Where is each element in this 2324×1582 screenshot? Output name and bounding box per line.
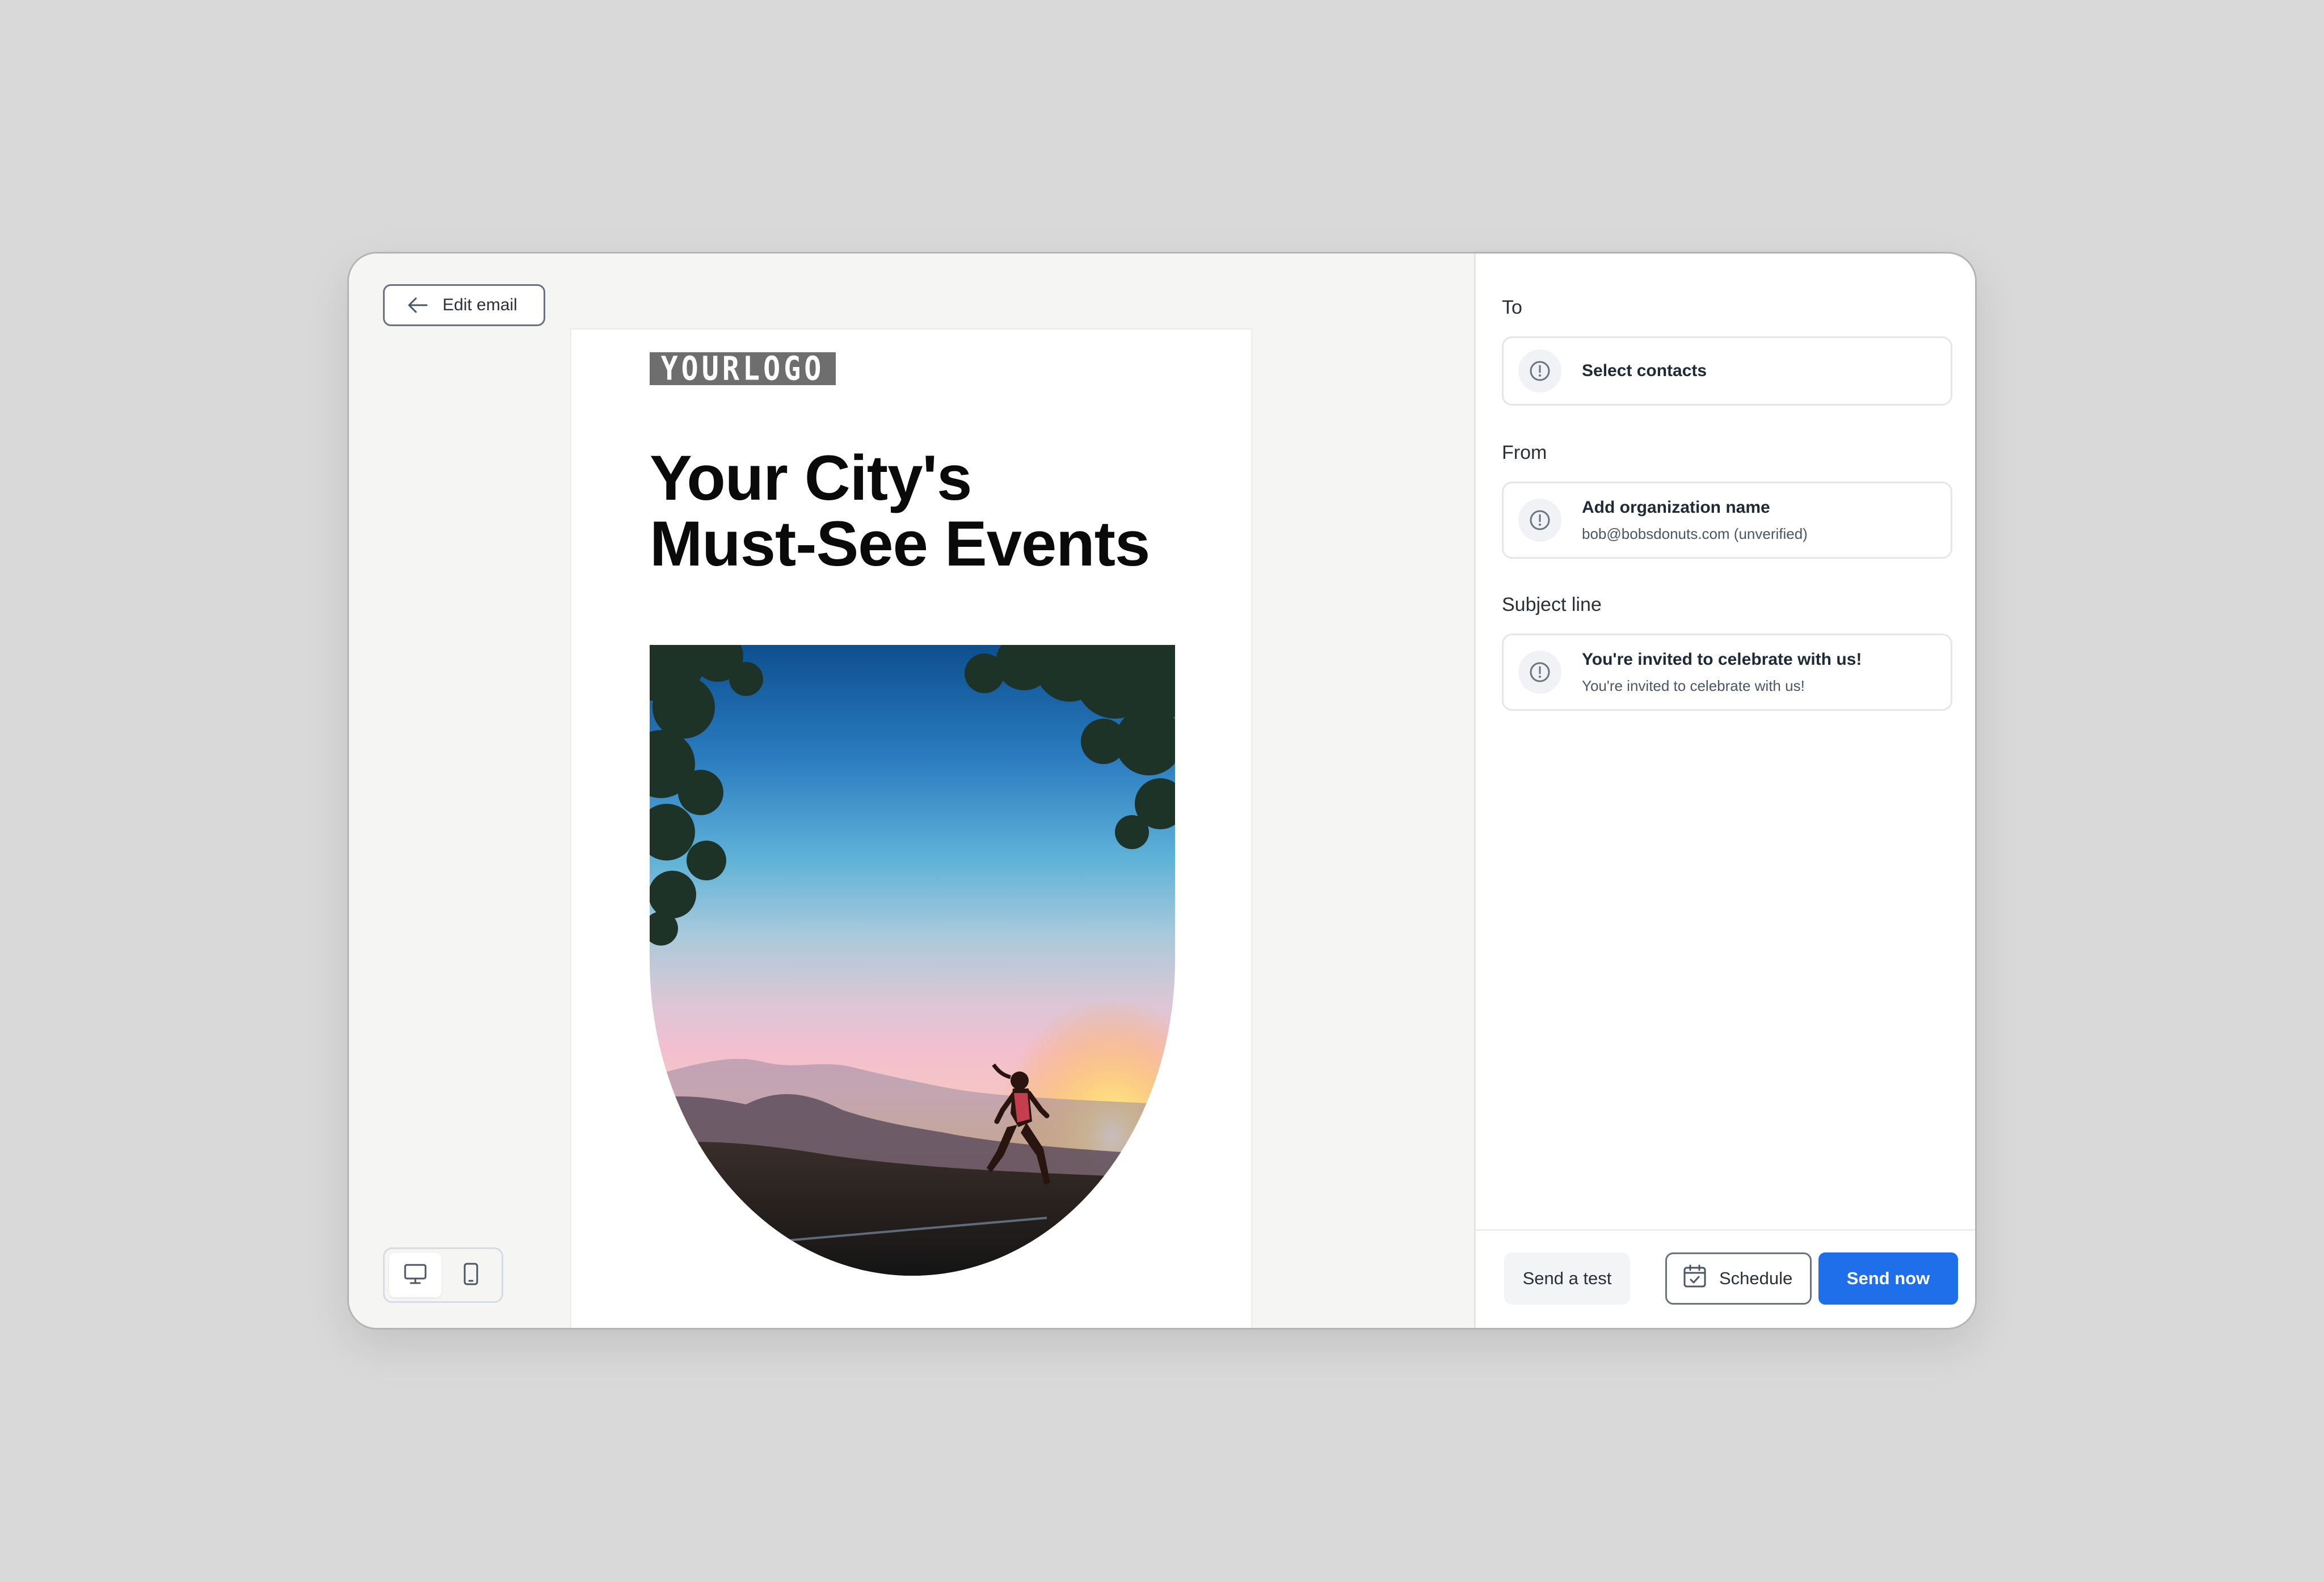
- desktop-monitor-icon: [404, 1264, 427, 1287]
- app-window: Edit email YOURLOGO Your City's Must-See…: [347, 252, 1977, 1330]
- subject-field[interactable]: You're invited to celebrate with us! You…: [1502, 634, 1952, 711]
- edit-email-label: Edit email: [443, 296, 517, 314]
- subject-field-preview: You're invited to celebrate with us!: [1582, 677, 1805, 694]
- mobile-phone-icon: [464, 1263, 478, 1288]
- send-now-button[interactable]: Send now: [1818, 1252, 1958, 1305]
- logo-text: YOURLOGO: [660, 352, 825, 385]
- schedule-button[interactable]: Schedule: [1665, 1252, 1812, 1305]
- from-field[interactable]: Add organization name bob@bobsdonuts.com…: [1502, 482, 1952, 559]
- edit-email-button[interactable]: Edit email: [383, 284, 545, 326]
- from-field-name: Add organization name: [1582, 497, 1770, 517]
- to-field[interactable]: Select contacts: [1502, 336, 1952, 406]
- footer-bar: Send a test Schedule Send now: [1476, 1229, 1975, 1328]
- logo: YOURLOGO: [650, 352, 836, 385]
- headline-line-2: Must-See Events: [650, 508, 1150, 579]
- arrow-left-icon: [407, 297, 428, 314]
- mobile-view-button[interactable]: [445, 1253, 497, 1297]
- subject-label: Subject line: [1502, 594, 1602, 615]
- from-field-email: bob@bobsdonuts.com (unverified): [1582, 525, 1808, 542]
- settings-panel: To Select contacts From Add organization…: [1476, 254, 1975, 1328]
- headline-line-1: Your City's: [650, 442, 972, 513]
- desktop-view-button[interactable]: [389, 1253, 441, 1297]
- subject-field-primary: You're invited to celebrate with us!: [1582, 649, 1862, 669]
- hero-image: [650, 645, 1175, 1276]
- email-canvas: YOURLOGO Your City's Must-See Events: [570, 328, 1252, 1328]
- to-field-text: Select contacts: [1582, 361, 1707, 380]
- alert-circle-icon: [1518, 499, 1561, 542]
- schedule-label: Schedule: [1719, 1268, 1793, 1288]
- calendar-icon: [1683, 1264, 1707, 1293]
- send-test-button[interactable]: Send a test: [1504, 1252, 1630, 1305]
- device-toggle: [383, 1247, 503, 1303]
- email-headline: Your City's Must-See Events: [650, 445, 1217, 577]
- from-label: From: [1502, 442, 1547, 463]
- alert-circle-icon: [1518, 651, 1561, 694]
- to-label: To: [1502, 297, 1522, 318]
- preview-panel: Edit email YOURLOGO Your City's Must-See…: [349, 254, 1476, 1328]
- runner-at-sunset-photo: [650, 645, 1175, 1276]
- alert-circle-icon: [1518, 349, 1561, 393]
